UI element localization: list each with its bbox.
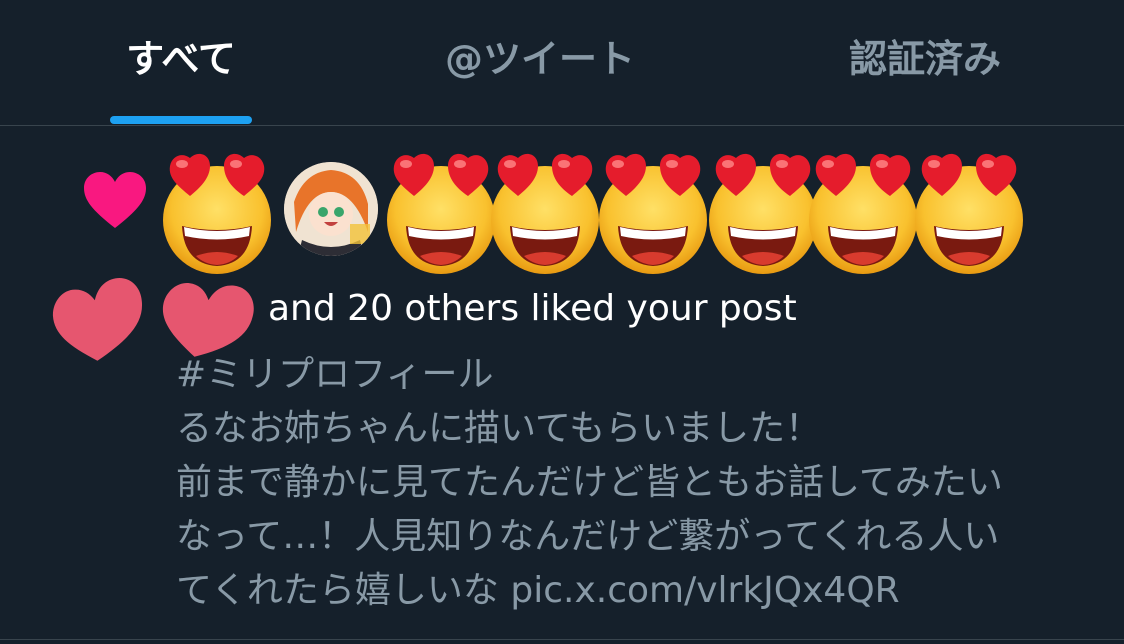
tab-verified[interactable]: 認証済み	[820, 32, 1030, 92]
heart-eyes-emoji[interactable]	[488, 148, 602, 278]
liked-post-text[interactable]: #ミリプロフィール るなお姉ちゃんに描いてもらいました！ 前まで静かに見てたんだ…	[176, 348, 1106, 618]
tab-all[interactable]: すべて	[110, 32, 252, 92]
anime-girl-avatar[interactable]	[284, 162, 378, 256]
heart-eyes-emoji[interactable]	[706, 148, 820, 278]
heart-icon	[82, 170, 148, 230]
notification-tabs: すべて @ツイート 認証済み	[0, 0, 1124, 126]
heart-eyes-emoji[interactable]	[912, 148, 1026, 278]
divider	[0, 639, 1124, 640]
heart-eyes-emoji[interactable]	[806, 148, 920, 278]
active-tab-indicator	[110, 116, 252, 124]
like-summary: and 20 others liked your post	[268, 288, 797, 329]
tab-mentions[interactable]: @ツイート	[420, 32, 660, 92]
heart-eyes-emoji[interactable]	[160, 148, 274, 278]
heart-eyes-emoji[interactable]	[384, 148, 498, 278]
liker-avatars	[160, 148, 1060, 288]
heart-eyes-emoji[interactable]	[596, 148, 710, 278]
